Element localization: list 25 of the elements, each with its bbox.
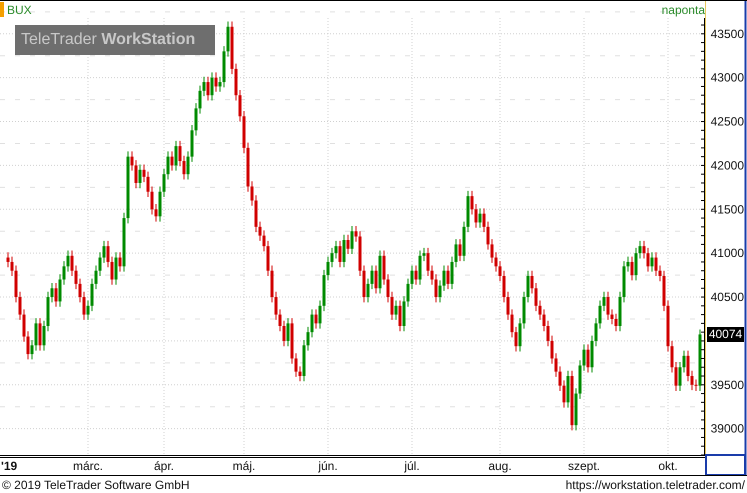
axis-label: aug.: [488, 459, 512, 473]
axis-label: szept.: [568, 459, 600, 473]
axis-label: máj.: [232, 459, 256, 473]
axis-label: okt.: [658, 459, 678, 473]
interval-label: naponta: [662, 3, 705, 17]
axis-label: '19: [1, 459, 18, 473]
series-marker: [0, 2, 4, 17]
logo: TeleTrader WorkStation: [15, 25, 215, 55]
axis-label: 39500: [710, 378, 744, 392]
url-text: https://workstation.teletrader.com/: [566, 476, 745, 493]
axis-label: 42000: [710, 158, 744, 172]
axis-label: 42500: [710, 114, 744, 129]
axis-label: júl.: [404, 459, 420, 473]
axis-label: 43500: [710, 26, 744, 41]
axis-label: 39000: [710, 422, 744, 436]
axis-label: 43000: [710, 70, 744, 85]
axis-label: márc.: [73, 459, 103, 473]
axis-label: 40500: [710, 290, 744, 304]
copyright-text: © 2019 TeleTrader Software GmbH: [2, 476, 190, 493]
axis-label: jún.: [318, 459, 338, 473]
last-price-tag: 40074: [707, 327, 744, 342]
symbol-label: BUX: [7, 3, 32, 17]
axis-label: 41500: [710, 202, 744, 216]
axis-label: ápr.: [154, 459, 174, 473]
axis-label: 41000: [710, 246, 744, 260]
